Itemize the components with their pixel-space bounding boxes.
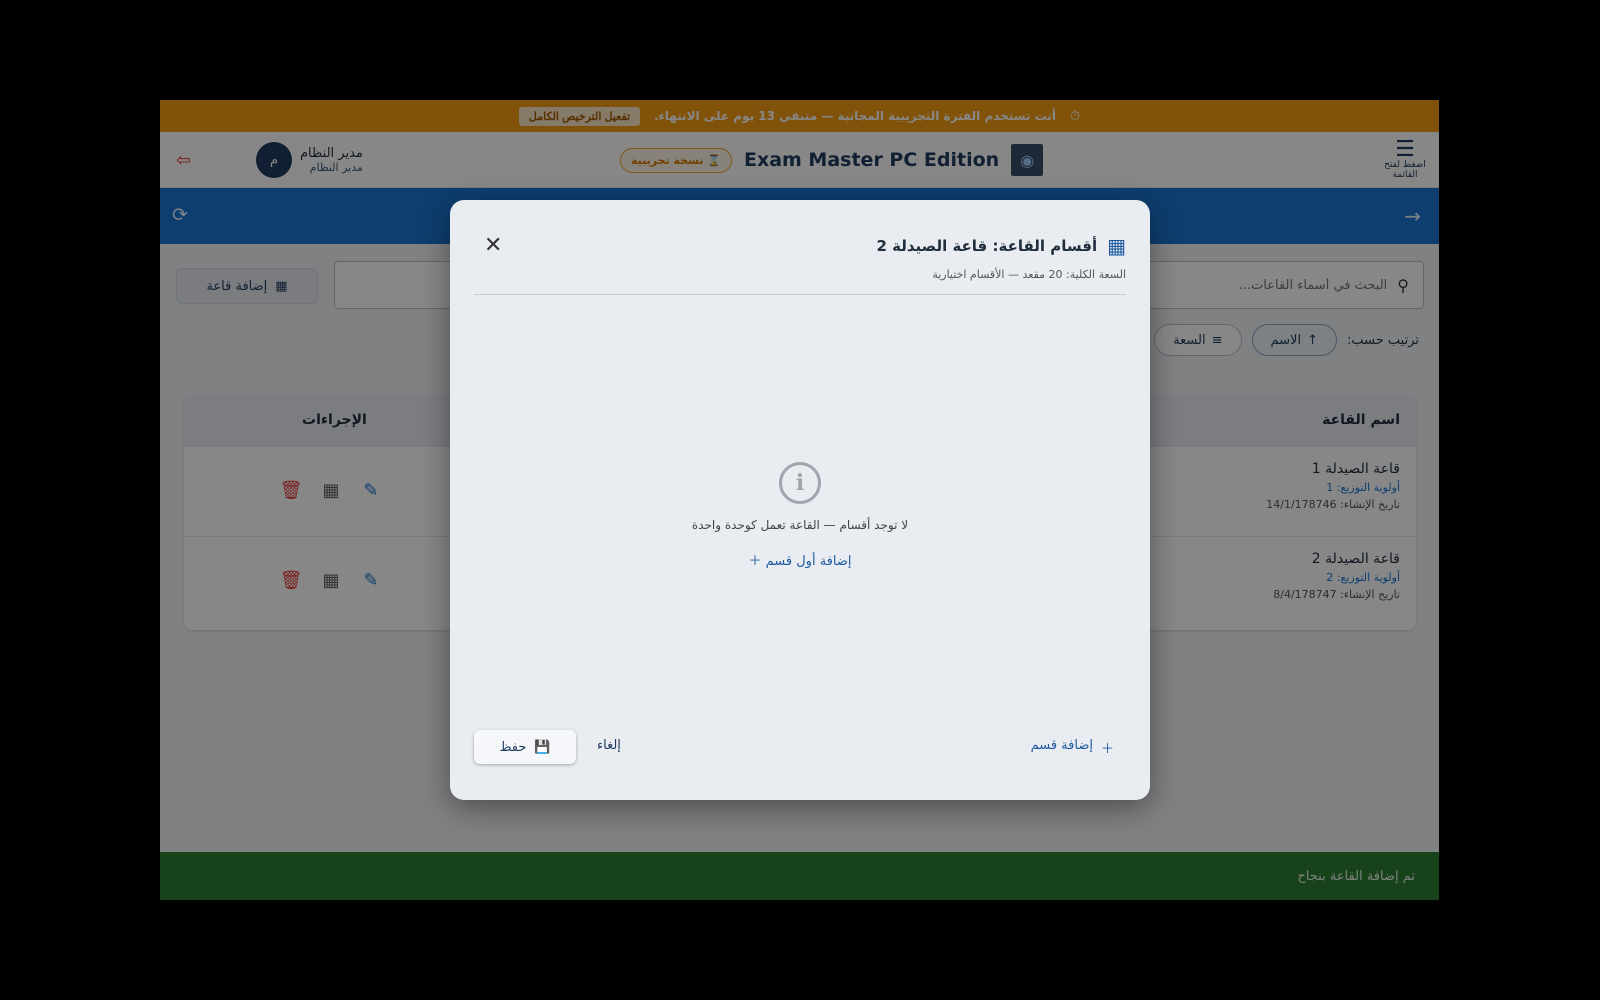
add-first-section-label: إضافة أول قسم [765, 554, 852, 569]
save-icon: 💾 [534, 739, 551, 755]
dialog-title: أقسام القاعة: قاعة الصيدلة 2 [876, 237, 1098, 255]
dialog-header: ▦ أقسام القاعة: قاعة الصيدلة 2 [877, 234, 1127, 258]
plus-icon: ＋ [748, 554, 762, 569]
dialog-footer: ＋ إضافة قسم إلغاء 💾 حفظ [450, 730, 1150, 770]
app-window: ⏱ أنت تستخدم الفترة التجريبية المجانية —… [160, 100, 1439, 900]
close-icon[interactable]: ✕ [484, 233, 502, 258]
save-button[interactable]: 💾 حفظ [474, 730, 576, 764]
save-label: حفظ [499, 739, 527, 755]
hall-sections-dialog: ▦ أقسام القاعة: قاعة الصيدلة 2 السعة الك… [450, 200, 1150, 800]
plus-icon: ＋ [1100, 742, 1114, 757]
empty-state-text: لا توجد أقسام — القاعة تعمل كوحدة واحدة [691, 518, 909, 532]
info-icon: i [779, 462, 821, 504]
add-section-button[interactable]: ＋ إضافة قسم [1031, 738, 1114, 757]
add-section-label: إضافة قسم [1030, 738, 1093, 753]
dialog-subtitle: السعة الكلية: 20 مقعد — الأقسام اختيارية [932, 268, 1126, 281]
divider [474, 294, 1126, 295]
add-first-section-button[interactable]: إضافة أول قسم ＋ [450, 550, 1150, 569]
cancel-button[interactable]: إلغاء [597, 738, 621, 753]
grid-icon: ▦ [1107, 234, 1126, 258]
